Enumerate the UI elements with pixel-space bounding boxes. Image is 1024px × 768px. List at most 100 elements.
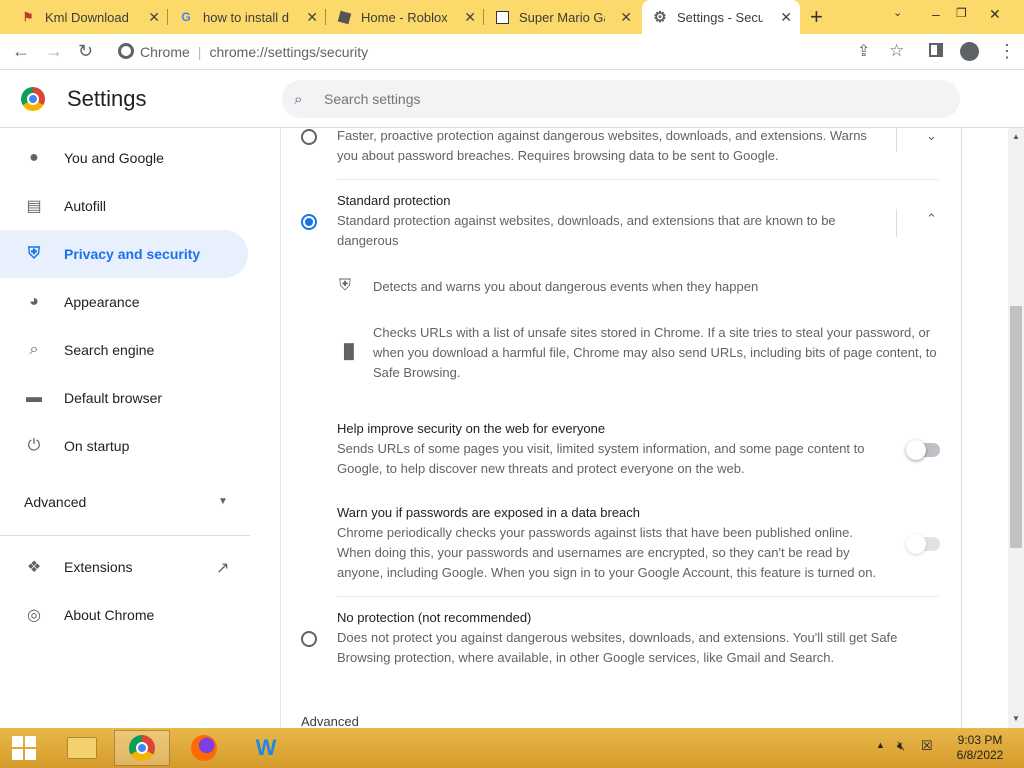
- sidebar-item-label: On startup: [64, 438, 130, 454]
- roblox-icon: [336, 9, 352, 25]
- sidebar-item-autofill[interactable]: ▤ Autofill: [0, 182, 248, 230]
- scrollbar[interactable]: ▲ ▼: [1008, 128, 1024, 728]
- chrome-logo-icon: [21, 87, 45, 111]
- menu-dots-icon[interactable]: ⋮: [998, 41, 1016, 62]
- tab-mario[interactable]: Super Mario Gala ✕: [484, 0, 640, 34]
- clock-date: 6/8/2022: [956, 748, 1004, 762]
- shield-icon: ⛨: [27, 245, 40, 262]
- tab-title: Super Mario Gala: [519, 9, 605, 25]
- advanced-section-heading: Advanced: [301, 714, 359, 728]
- taskbar-file-explorer[interactable]: [54, 730, 110, 766]
- profile-avatar-icon[interactable]: [960, 42, 979, 61]
- tab-settings[interactable]: ⚙ Settings - Securit ✕: [642, 0, 800, 34]
- password-warn-toggle[interactable]: [906, 534, 940, 554]
- caret-down-icon[interactable]: ▼: [218, 496, 228, 507]
- help-improve-desc-line2: Google, to help discover new threats and…: [337, 461, 745, 476]
- scroll-down-arrow-icon[interactable]: ▼: [1012, 714, 1020, 723]
- enhanced-protection-radio[interactable]: [301, 129, 317, 145]
- sidebar-item-label: Privacy and security: [64, 246, 201, 262]
- sidebar-item-appearance[interactable]: ◕ Appearance: [0, 278, 248, 326]
- tab-strip: ⚑ Kml Download - I ✕ G how to install do…: [0, 0, 1024, 34]
- address-bar[interactable]: Chrome | chrome://settings/security: [110, 38, 920, 66]
- puzzle-icon: ❖: [26, 559, 42, 576]
- close-icon[interactable]: ✕: [780, 9, 792, 26]
- search-input[interactable]: [324, 91, 924, 107]
- standard-protection-radio[interactable]: [301, 214, 317, 230]
- sidebar-item-default-browser[interactable]: ▬ Default browser: [0, 374, 248, 422]
- sidebar-item-extensions[interactable]: ❖ Extensions: [0, 543, 248, 591]
- side-panel-icon[interactable]: [929, 41, 943, 57]
- new-tab-icon[interactable]: +: [810, 4, 823, 30]
- tab-kml[interactable]: ⚑ Kml Download - I ✕: [10, 0, 168, 34]
- taskbar-app[interactable]: W: [238, 730, 294, 766]
- network-error-icon[interactable]: ☒: [921, 738, 933, 754]
- help-improve-toggle[interactable]: [906, 440, 940, 460]
- minimize-icon[interactable]: –: [932, 6, 940, 22]
- divider: [337, 179, 939, 180]
- scheme-label: Chrome: [140, 44, 190, 60]
- restore-icon[interactable]: ❐: [956, 6, 967, 20]
- no-protection-radio[interactable]: [301, 631, 317, 647]
- password-warn-title: Warn you if passwords are exposed in a d…: [337, 505, 641, 520]
- start-button[interactable]: [0, 730, 48, 766]
- clock[interactable]: 9:03 PM 6/8/2022: [952, 733, 1008, 763]
- bar-chart-icon: ▐▌: [339, 343, 359, 359]
- sidebar-item-label: Default browser: [64, 390, 163, 406]
- sidebar-item-about-chrome[interactable]: ◎ About Chrome: [0, 591, 248, 639]
- close-icon[interactable]: ✕: [306, 9, 318, 26]
- url-text: chrome://settings/security: [209, 44, 369, 60]
- tab-roblox[interactable]: Home - Roblox ✕: [326, 0, 484, 34]
- chrome-logo-icon: [118, 43, 134, 59]
- share-icon[interactable]: ⇪: [857, 41, 870, 61]
- taskbar-firefox[interactable]: [176, 730, 232, 766]
- clipboard-icon: ▤: [26, 198, 42, 215]
- standard-detail-2-line2: when you download a harmful file, Chrome…: [373, 345, 937, 360]
- search-icon: ⌕: [294, 91, 303, 108]
- volume-muted-icon[interactable]: 🔇︎: [897, 738, 905, 754]
- page-title: Settings: [67, 86, 147, 111]
- sidebar-item-privacy[interactable]: ⛨ Privacy and security: [0, 230, 248, 278]
- open-in-new-icon[interactable]: ↗: [216, 558, 229, 578]
- tab-search-chevron-icon[interactable]: ⌄: [893, 6, 902, 19]
- chevron-down-icon[interactable]: ⌄: [926, 128, 937, 144]
- google-g-icon: G: [181, 10, 191, 24]
- reload-icon[interactable]: ↻: [78, 41, 93, 62]
- close-window-icon[interactable]: ✕: [989, 6, 1001, 23]
- taskbar-chrome[interactable]: [114, 730, 170, 766]
- search-icon: ⌕: [29, 341, 39, 358]
- sidebar-item-label: About Chrome: [64, 607, 155, 623]
- sidebar-item-search-engine[interactable]: ⌕ Search engine: [0, 326, 248, 374]
- palette-icon: ◕: [29, 293, 39, 310]
- standard-title: Standard protection: [337, 193, 451, 208]
- forward-arrow-icon[interactable]: →: [45, 41, 63, 62]
- clock-time: 9:03 PM: [957, 733, 1003, 747]
- scrollbar-thumb[interactable]: [1010, 306, 1022, 548]
- close-icon[interactable]: ✕: [464, 9, 476, 26]
- back-arrow-icon[interactable]: ←: [12, 41, 30, 62]
- browser-icon: ▬: [26, 389, 42, 406]
- help-improve-title: Help improve security on the web for eve…: [337, 421, 606, 436]
- folder-icon: [67, 737, 97, 759]
- tray-expand-icon[interactable]: ▲: [876, 740, 885, 750]
- enhanced-desc-line1: Faster, proactive protection against dan…: [337, 128, 867, 143]
- close-icon[interactable]: ✕: [620, 9, 632, 26]
- sidebar-item-label: Appearance: [64, 294, 140, 310]
- scroll-up-arrow-icon[interactable]: ▲: [1012, 132, 1020, 141]
- search-box[interactable]: ⌕: [282, 80, 960, 118]
- close-icon[interactable]: ✕: [148, 9, 160, 26]
- no-protection-title: No protection (not recommended): [337, 610, 532, 625]
- help-improve-desc-line1: Sends URLs of some pages you visit, limi…: [337, 441, 865, 456]
- chevron-up-icon[interactable]: ⌃: [926, 211, 937, 227]
- enhanced-desc-line2: you about password breaches. Requires br…: [337, 148, 779, 163]
- divider: [896, 128, 897, 152]
- sidebar-item-on-startup[interactable]: ⏻ On startup: [0, 422, 248, 470]
- tab-google[interactable]: G how to install do ✕: [168, 0, 326, 34]
- settings-header: Settings ⌕: [0, 70, 1024, 128]
- sidebar-advanced[interactable]: Advanced: [24, 494, 86, 510]
- divider: [896, 209, 897, 237]
- sidebar-item-you-and-google[interactable]: ● You and Google: [0, 134, 248, 182]
- star-icon[interactable]: ☆: [889, 41, 904, 61]
- sidebar-item-label: You and Google: [64, 150, 164, 166]
- password-warn-desc-line2: When doing this, your passwords and user…: [337, 545, 850, 560]
- sidebar-item-label: Autofill: [64, 198, 107, 214]
